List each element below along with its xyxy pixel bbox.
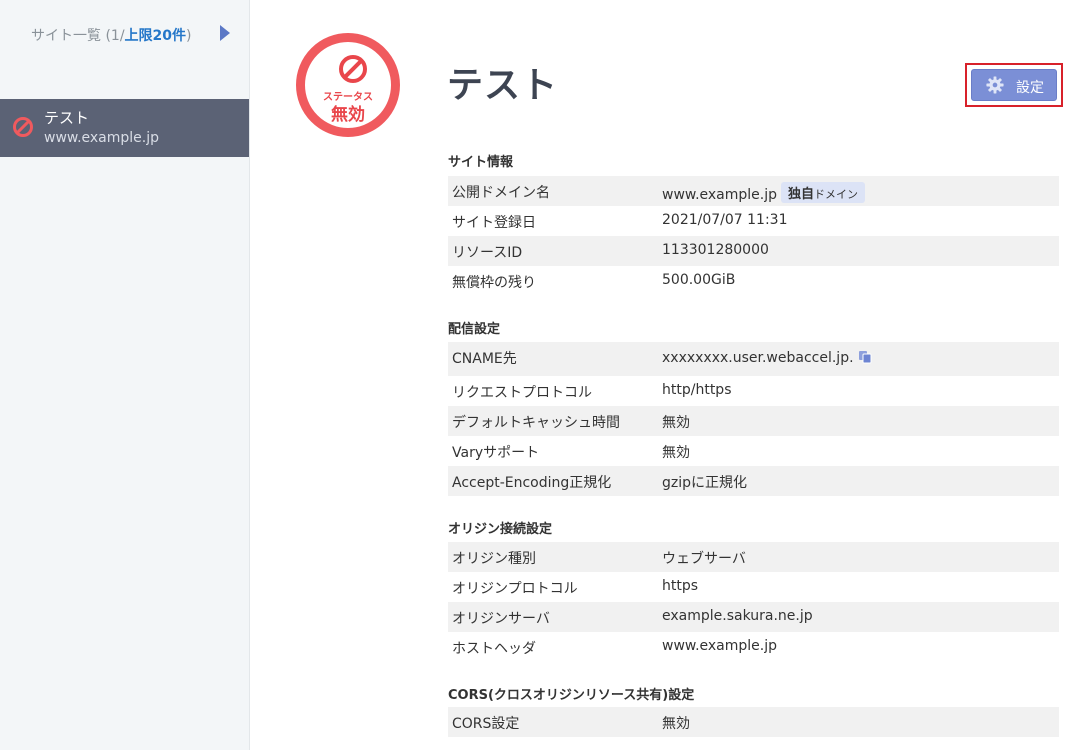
row-value: http/https bbox=[662, 382, 732, 398]
table-row: サイト登録日 2021/07/07 11:31 bbox=[448, 206, 1059, 236]
row-value: https bbox=[662, 578, 699, 594]
row-key: Varyサポート bbox=[452, 445, 540, 461]
site-count: サイト一覧 (1/上限20件) bbox=[31, 25, 192, 45]
custom-domain-badge: 独自ドメイン bbox=[781, 182, 866, 203]
table-row: リクエストプロトコル http/https bbox=[448, 376, 1059, 406]
ban-icon bbox=[339, 55, 367, 83]
settings-button[interactable]: 設定 bbox=[971, 69, 1057, 101]
table-row: オリジンサーバ example.sakura.ne.jp bbox=[448, 602, 1059, 632]
row-value: 500.00GiB bbox=[662, 272, 736, 288]
row-key: オリジン種別 bbox=[452, 551, 536, 567]
main-content: ステータス 無効 テスト 設定 サイト情報 公開ドメイン名 www.exampl… bbox=[250, 0, 1074, 750]
cname-value: xxxxxxxx.user.webaccel.jp. bbox=[662, 350, 854, 366]
row-value: example.sakura.ne.jp bbox=[662, 608, 813, 624]
section-title-site-info: サイト情報 bbox=[448, 155, 514, 170]
row-key: オリジンサーバ bbox=[452, 611, 550, 627]
row-key: デフォルトキャッシュ時間 bbox=[452, 415, 620, 431]
site-count-suffix: ) bbox=[186, 28, 192, 44]
row-value: 2021/07/07 11:31 bbox=[662, 212, 788, 228]
table-row: CORS設定 無効 bbox=[448, 707, 1059, 737]
row-key: CORS設定 bbox=[452, 716, 520, 732]
copy-icon[interactable] bbox=[858, 350, 872, 364]
sidebar-site-item[interactable]: テスト www.example.jp bbox=[0, 99, 249, 157]
row-value: www.example.jp 独自ドメイン bbox=[662, 182, 866, 203]
sidebar-header: サイト一覧 (1/上限20件) bbox=[0, 0, 249, 70]
table-row: オリジンプロトコル https bbox=[448, 572, 1059, 602]
table-row: 公開ドメイン名 www.example.jp 独自ドメイン bbox=[448, 176, 1059, 206]
row-value: 無効 bbox=[662, 415, 690, 431]
status-value: 無効 bbox=[331, 105, 365, 125]
ban-icon bbox=[13, 117, 33, 137]
section-title-origin: オリジン接続設定 bbox=[448, 522, 553, 537]
section-title-cors: CORS(クロスオリジンリソース共有)設定 bbox=[448, 688, 695, 703]
row-value: 無効 bbox=[662, 445, 690, 461]
settings-highlight-frame: 設定 bbox=[965, 63, 1063, 107]
sidebar-site-name: テスト bbox=[44, 109, 90, 127]
table-row: ホストヘッダ www.example.jp bbox=[448, 632, 1059, 662]
row-key: ホストヘッダ bbox=[452, 641, 536, 657]
sidebar: サイト一覧 (1/上限20件) テスト www.example.jp bbox=[0, 0, 250, 750]
table-row: デフォルトキャッシュ時間 無効 bbox=[448, 406, 1059, 436]
table-row: Varyサポート 無効 bbox=[448, 436, 1059, 466]
row-value: 無効 bbox=[662, 716, 690, 732]
site-limit: 上限20件 bbox=[124, 28, 187, 44]
section-title-delivery: 配信設定 bbox=[448, 322, 501, 337]
row-value: www.example.jp bbox=[662, 638, 778, 654]
public-domain-value: www.example.jp bbox=[662, 187, 778, 203]
status-badge: ステータス 無効 bbox=[296, 33, 400, 137]
sidebar-site-domain: www.example.jp bbox=[44, 130, 160, 146]
row-key: 公開ドメイン名 bbox=[452, 185, 550, 201]
row-value: ウェブサーバ bbox=[662, 551, 746, 567]
row-key: リソースID bbox=[452, 245, 523, 261]
row-value: gzipに正規化 bbox=[662, 475, 748, 491]
row-key: リクエストプロトコル bbox=[452, 385, 592, 401]
site-count-prefix: サイト一覧 (1/ bbox=[31, 28, 125, 44]
custom-domain-badge-main: 独自 bbox=[788, 187, 815, 202]
row-key: CNAME先 bbox=[452, 351, 517, 367]
row-value: xxxxxxxx.user.webaccel.jp. bbox=[662, 350, 872, 366]
row-value: 113301280000 bbox=[662, 242, 769, 258]
table-row: Accept-Encoding正規化 gzipに正規化 bbox=[448, 466, 1059, 496]
table-row: リソースID 113301280000 bbox=[448, 236, 1059, 266]
custom-domain-badge-sub: ドメイン bbox=[814, 188, 859, 201]
row-key: サイト登録日 bbox=[452, 215, 536, 231]
table-row: オリジン種別 ウェブサーバ bbox=[448, 542, 1059, 572]
sidebar-toggle-arrow-icon[interactable] bbox=[220, 25, 230, 41]
table-row: CNAME先 xxxxxxxx.user.webaccel.jp. bbox=[448, 342, 1059, 376]
row-key: オリジンプロトコル bbox=[452, 581, 578, 597]
row-key: Accept-Encoding正規化 bbox=[452, 475, 612, 491]
page-title: テスト bbox=[447, 65, 559, 106]
row-key: 無償枠の残り bbox=[452, 275, 536, 291]
settings-button-label: 設定 bbox=[1016, 80, 1044, 96]
table-row: 無償枠の残り 500.00GiB bbox=[448, 266, 1059, 296]
gear-icon bbox=[986, 76, 1004, 94]
